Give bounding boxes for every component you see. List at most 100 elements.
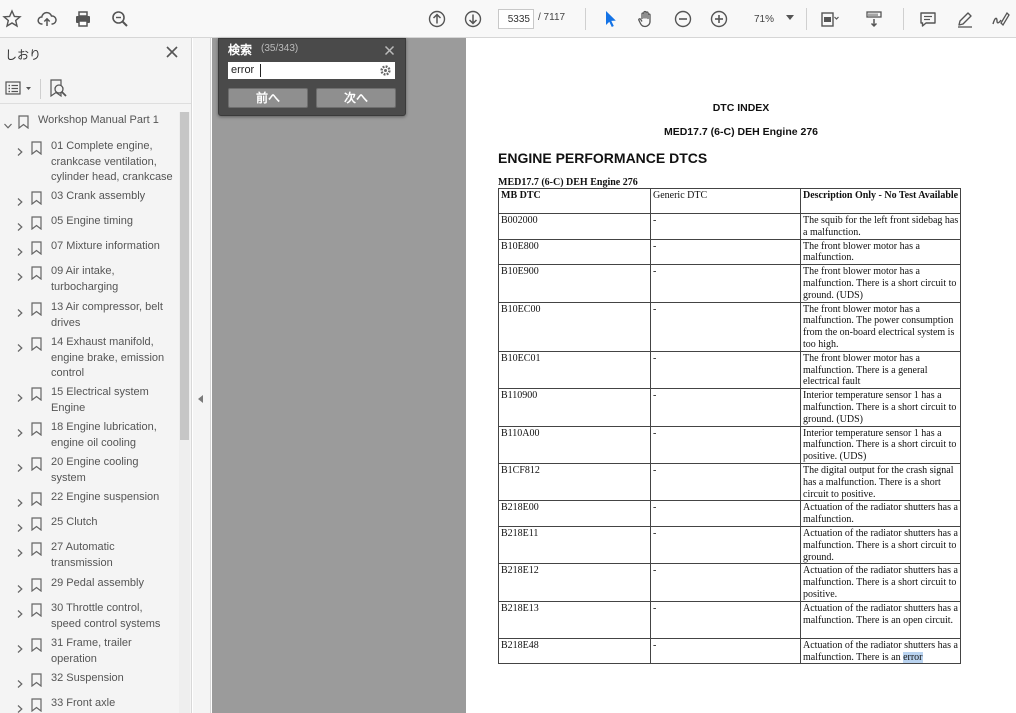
bookmark-icon <box>31 517 42 532</box>
chevron-right-icon[interactable] <box>16 605 24 618</box>
fit-page-icon[interactable] <box>817 7 841 31</box>
mb-dtc-cell: B10E800 <box>498 238 651 266</box>
find-bookmark-icon[interactable] <box>48 78 68 98</box>
document-view[interactable]: DTC INDEX MED17.7 (6-C) DEH Engine 276 E… <box>212 38 1016 713</box>
mb-dtc-cell: B218E00 <box>498 500 651 527</box>
sign-icon[interactable] <box>988 7 1012 31</box>
doc-section-title: ENGINE PERFORMANCE DTCS <box>498 150 708 166</box>
pdf-page: DTC INDEX MED17.7 (6-C) DEH Engine 276 E… <box>466 38 1016 713</box>
bookmark-star-icon[interactable] <box>0 7 24 31</box>
chevron-down-icon[interactable] <box>4 117 12 129</box>
table-row: B10E900- The front blower motor has a mal… <box>498 264 961 303</box>
page-number-input[interactable] <box>498 9 534 29</box>
close-icon[interactable] <box>164 44 180 60</box>
chevron-right-icon[interactable] <box>16 268 24 281</box>
gear-icon[interactable] <box>379 64 392 77</box>
description-cell: The squib for the left front sidebag has… <box>800 213 961 240</box>
bookmark-label: 22 Engine suspension <box>51 491 160 503</box>
chevron-right-icon[interactable] <box>16 640 24 653</box>
bookmark-icon <box>31 638 42 653</box>
chevron-right-icon[interactable] <box>16 519 24 532</box>
description-cell: Interior temperature sensor 1 has a malf… <box>800 388 961 427</box>
bookmarks-scrollbar[interactable] <box>179 112 190 713</box>
hand-tool-icon[interactable] <box>634 7 658 31</box>
description-text: Actuation of the radiator shutters has a… <box>803 502 958 526</box>
description-cell: The front blower motor has a malfunction… <box>800 350 961 390</box>
bookmark-icon <box>18 115 29 130</box>
table-row: B218E12- Actuation of the radiator shutte… <box>498 563 961 602</box>
cloud-upload-icon[interactable] <box>35 7 59 31</box>
bookmark-label: 03 Crank assembly <box>51 190 146 202</box>
mb-dtc-cell: B10E900 <box>498 264 651 303</box>
search-input[interactable] <box>228 62 395 79</box>
description-text: Actuation of the radiator shutters has a… <box>803 527 958 563</box>
bookmark-icon <box>31 457 42 472</box>
chevron-right-icon[interactable] <box>16 675 24 688</box>
bookmarks-panel: しおり Workshop Manual Part 1 01 Complete en… <box>0 38 192 713</box>
chevron-right-icon[interactable] <box>16 389 24 402</box>
options-menu-button[interactable] <box>5 81 35 97</box>
bookmark-icon <box>31 492 42 507</box>
find-magnifier-icon[interactable] <box>108 7 132 31</box>
mb-dtc-cell: B218E12 <box>498 563 651 602</box>
previous-page-icon[interactable] <box>425 7 449 31</box>
chevron-right-icon[interactable] <box>16 494 24 507</box>
highlight-pen-icon[interactable] <box>953 7 977 31</box>
mb-dtc-cell: B002000 <box>498 213 651 240</box>
chevron-right-icon[interactable] <box>16 339 24 352</box>
chevron-right-icon[interactable] <box>16 580 24 593</box>
zoom-in-icon[interactable] <box>707 7 731 31</box>
chevron-right-icon[interactable] <box>16 544 24 557</box>
mb-dtc-cell: B110900 <box>498 388 651 427</box>
chevron-right-icon[interactable] <box>16 193 24 206</box>
next-page-icon[interactable] <box>461 7 485 31</box>
toolbar-separator <box>903 8 904 30</box>
description-cell: Actuation of the radiator shutters has a… <box>800 637 961 665</box>
bookmark-icon <box>31 302 42 317</box>
bookmark-label: 07 Mixture information <box>51 240 160 252</box>
scrollbar-thumb[interactable] <box>180 112 189 440</box>
bookmark-icon <box>31 191 42 206</box>
chevron-right-icon[interactable] <box>16 459 24 472</box>
panel-divider[interactable] <box>193 38 211 713</box>
scroll-mode-icon[interactable] <box>862 7 886 31</box>
zoom-level-select[interactable]: 71% <box>746 9 800 29</box>
description-cell: The front blower motor has a malfunction… <box>800 238 961 266</box>
bookmark-label: 14 Exhaust manifold, engine brake, emiss… <box>51 336 165 379</box>
description-cell: Actuation of the radiator shutters has a… <box>800 525 961 565</box>
zoom-out-icon[interactable] <box>671 7 695 31</box>
list-options-icon <box>5 81 31 95</box>
comment-icon[interactable] <box>916 7 940 31</box>
bookmark-icon <box>31 241 42 256</box>
chevron-right-icon[interactable] <box>16 700 24 713</box>
chevron-right-icon[interactable] <box>16 424 24 437</box>
close-icon[interactable] <box>384 43 395 56</box>
collapse-panel-icon[interactable] <box>198 395 203 403</box>
mb-dtc-cell: B10EC00 <box>498 301 651 352</box>
generic-dtc-cell: - <box>650 264 801 303</box>
bookmark-label: 30 Throttle control, speed control syste… <box>51 602 161 630</box>
chevron-right-icon[interactable] <box>16 243 24 256</box>
bookmarks-toolbar <box>0 72 191 104</box>
select-cursor-icon[interactable] <box>598 7 622 31</box>
toolbar: / 7117 71% <box>0 0 1016 38</box>
generic-dtc-cell: - <box>650 600 801 639</box>
chevron-right-icon[interactable] <box>16 143 24 156</box>
description-text: The digital output for the crash signal … <box>803 464 954 500</box>
find-next-button[interactable]: 次へ <box>316 88 396 108</box>
table-row: B218E13- Actuation of the radiator shutte… <box>498 600 961 639</box>
bookmark-label: Workshop Manual Part 1 <box>38 114 159 126</box>
find-previous-button[interactable]: 前へ <box>228 88 308 108</box>
bookmark-icon <box>31 673 42 688</box>
bookmark-icon <box>31 422 42 437</box>
description-text: The squib for the left front sidebag has… <box>803 215 959 238</box>
table-header-row: MB DTC Generic DTC Description Only - No… <box>498 188 961 214</box>
bookmark-icon <box>31 603 42 618</box>
bookmark-icon <box>31 141 42 156</box>
generic-dtc-cell: - <box>650 388 801 427</box>
chevron-right-icon[interactable] <box>16 304 24 317</box>
print-icon[interactable] <box>71 7 95 31</box>
generic-dtc-cell: - <box>650 563 801 602</box>
chevron-right-icon[interactable] <box>16 218 24 231</box>
bookmark-icon <box>31 216 42 231</box>
